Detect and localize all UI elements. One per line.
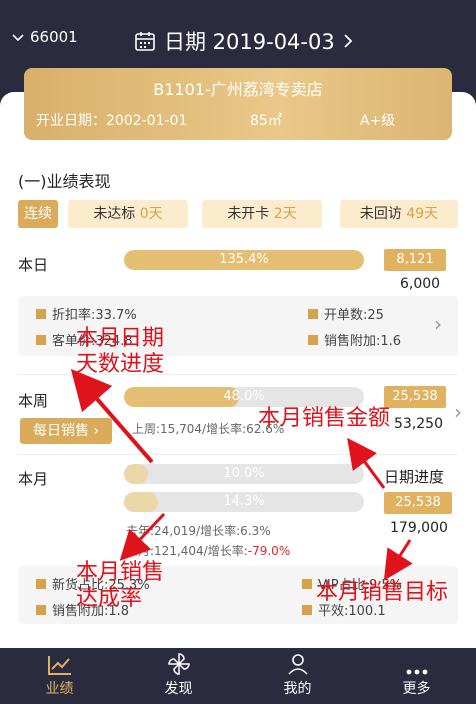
annotation-month-amount: 本月销售金额 — [258, 406, 391, 431]
month-day-progress-text: 10.0% — [223, 466, 265, 481]
bullet-square — [302, 578, 312, 589]
tab-mine[interactable]: 我的 — [238, 648, 357, 704]
last-year-text: 去年:24,019/增长率:6.3% — [126, 524, 271, 538]
day-target: 6,000 — [400, 276, 441, 292]
bullet-square — [302, 604, 312, 615]
open-date: 开业日期：2002-01-01 — [36, 113, 188, 129]
day-progress-text: 135.4% — [219, 252, 269, 267]
month-progress-bar: 14.3% — [124, 492, 364, 512]
more-dots-icon — [357, 648, 476, 678]
month-label: 本月 — [18, 470, 49, 488]
store-selector[interactable]: 66001 — [12, 28, 78, 46]
not-reached-pill[interactable]: 未达标 0天 — [68, 200, 188, 228]
calendar-icon — [134, 30, 156, 52]
annotation-achievement-rate: 本月销售 达成率 — [76, 560, 164, 612]
not-visited-label: 未回访 — [359, 206, 402, 222]
store-area: 85㎡ — [250, 113, 282, 129]
bullet-square — [36, 604, 46, 615]
day-label: 本日 — [18, 256, 49, 274]
annotation-text: 本月销售 — [76, 560, 165, 585]
bullet-square — [36, 308, 46, 319]
annotation-text: 达成率 — [76, 586, 143, 611]
daily-sales-button[interactable]: 每日销售 › — [20, 418, 112, 444]
series-tag: 连续 — [18, 200, 58, 228]
bullet-square — [308, 334, 318, 345]
annotation-month-target: 本月销售目标 — [316, 580, 449, 605]
month-target: 179,000 — [390, 520, 448, 536]
not-opened-value: 2天 — [273, 206, 297, 222]
date-selector[interactable]: 日期 2019-04-03 — [134, 26, 353, 56]
store-level: A+级 — [360, 113, 396, 129]
month-progress-text: 14.3% — [223, 494, 265, 509]
not-reached-value: 0天 — [139, 206, 163, 222]
not-visited-pill[interactable]: 未回访 49天 — [340, 200, 458, 228]
day-progress-label: 日期进度 — [384, 468, 445, 486]
orders-text: 开单数:25 — [324, 308, 384, 323]
bullet-square — [36, 578, 46, 589]
divider — [18, 454, 458, 455]
tab-label: 我的 — [283, 681, 312, 697]
week-target: 53,250 — [394, 416, 443, 432]
user-icon — [238, 648, 357, 678]
orders-stat: 开单数:25 — [308, 304, 384, 323]
not-opened-label: 未开卡 — [227, 206, 270, 222]
bullet-square — [36, 334, 46, 345]
week-amount: 25,538 — [384, 386, 446, 408]
date-label: 日期 2019-04-03 — [164, 30, 335, 54]
store-name: B1101-广州荔湾专卖店 — [153, 80, 323, 99]
store-code: 66001 — [30, 28, 78, 46]
chevron-right-icon: › — [434, 312, 442, 336]
month-amount: 25,538 — [384, 492, 452, 514]
store-banner: B1101-广州荔湾专卖店 开业日期：2002-01-01 85㎡ A+级 — [24, 68, 452, 140]
not-visited-value: 49天 — [406, 206, 439, 222]
daily-sales-label: 每日销售 — [32, 423, 89, 439]
bottom-tab-bar: 业绩 发现 我的 更多 — [0, 648, 476, 704]
week-progress-text: 48.0% — [223, 389, 265, 404]
section-title: (一)业绩表现 — [18, 172, 111, 191]
chevron-right-icon[interactable]: › — [454, 400, 462, 424]
month-day-progress-bar: 10.0% — [124, 464, 364, 484]
day-progress-bar: 135.4% — [124, 250, 364, 270]
not-reached-label: 未达标 — [93, 206, 136, 222]
day-attach-stat: 销售附加:1.6 — [308, 330, 401, 349]
tab-label: 更多 — [402, 681, 431, 697]
day-amount: 8,121 — [384, 249, 446, 271]
chevron-right-icon — [343, 33, 353, 49]
annotation-text: 本月日期 — [76, 326, 165, 351]
pinwheel-icon — [119, 648, 238, 678]
discount-text: 折扣率:33.7% — [52, 308, 137, 323]
bullet-square — [308, 308, 318, 319]
tab-more[interactable]: 更多 — [357, 648, 476, 704]
not-opened-pill[interactable]: 未开卡 2天 — [202, 200, 322, 228]
last-month-text: 上月:121,404/增长率:-79.0% — [126, 542, 290, 559]
tab-label: 业绩 — [45, 681, 74, 697]
chevron-down-icon — [12, 28, 24, 46]
last-month-rate: -79.0% — [247, 544, 291, 558]
tab-performance[interactable]: 业绩 — [0, 648, 119, 704]
annotation-text: 天数进度 — [76, 352, 165, 377]
week-progress-bar: 48.0% — [124, 387, 364, 407]
day-attach-text: 销售附加:1.6 — [324, 334, 402, 349]
tab-label: 发现 — [164, 681, 193, 697]
week-label: 本周 — [18, 392, 49, 410]
last-month-prefix: 上月:121,404/增长率: — [126, 544, 248, 558]
discount-stat: 折扣率:33.7% — [36, 304, 137, 323]
annotation-day-progress: 本月日期 天数进度 — [76, 326, 164, 378]
chart-icon — [0, 648, 119, 678]
tab-discover[interactable]: 发现 — [119, 648, 238, 704]
